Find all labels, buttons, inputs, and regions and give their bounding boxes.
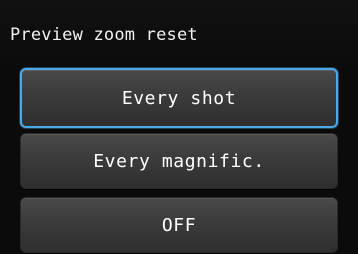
option-label: OFF xyxy=(161,214,197,236)
option-label: Every shot xyxy=(121,87,237,109)
option-every-magnific[interactable]: Every magnific. xyxy=(20,133,338,189)
options-list: Every shot Every magnific. OFF xyxy=(0,0,358,254)
option-every-shot[interactable]: Every shot xyxy=(20,68,338,128)
camera-menu-screen: Preview zoom reset Every shot Every magn… xyxy=(0,0,358,254)
option-off[interactable]: OFF xyxy=(20,197,338,253)
option-label: Every magnific. xyxy=(93,150,265,172)
